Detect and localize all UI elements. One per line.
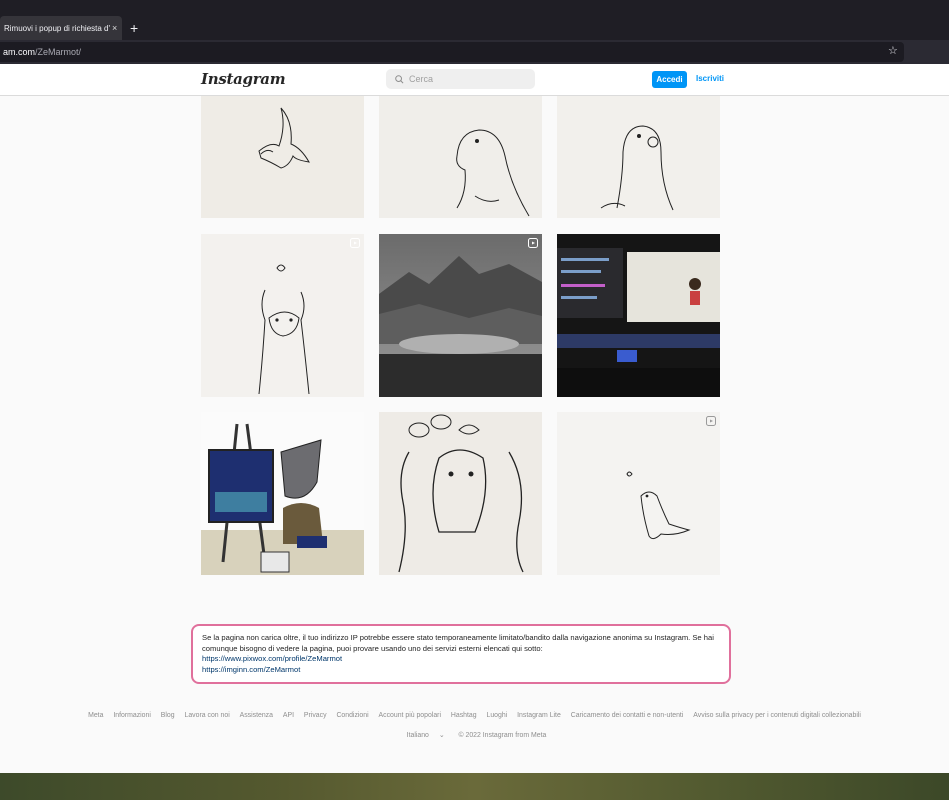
notice-text: Se la pagina non carica oltre, il tuo in… [202, 633, 714, 653]
chevron-down-icon: ⌄ [438, 732, 445, 739]
footer-link[interactable]: Informazioni [113, 712, 151, 719]
footer-link[interactable]: API [283, 712, 294, 719]
browser-tab-bar: Rimuovi i popup di richiesta d'acce × + [0, 0, 949, 40]
signup-link[interactable]: Iscriviti [696, 74, 724, 83]
search-box[interactable] [386, 69, 535, 89]
post-editing-screen[interactable] [557, 234, 720, 397]
footer-link[interactable]: Lavora con noi [185, 712, 230, 719]
footer-link[interactable]: Luoghi [487, 712, 508, 719]
footer-link[interactable]: Instagram Lite [517, 712, 561, 719]
footer-link[interactable]: Blog [161, 712, 175, 719]
post-image [201, 412, 364, 575]
url-bar[interactable]: am.com/ZeMarmot/ [0, 42, 904, 62]
url-path: /ZeMarmot/ [35, 47, 82, 57]
ip-limit-notice: Se la pagina non carica oltre, il tuo in… [191, 624, 731, 684]
post-painter-illustration[interactable] [201, 412, 364, 575]
bookmark-star-icon[interactable]: ☆ [888, 44, 898, 57]
post-image [379, 412, 542, 575]
footer-link[interactable]: Hashtag [451, 712, 477, 719]
footer-link[interactable]: Condizioni [336, 712, 368, 719]
post-image [557, 412, 720, 575]
notice-link-imginn[interactable]: https://imginn.com/ZeMarmot [202, 665, 720, 676]
footer-link[interactable]: Privacy [304, 712, 327, 719]
instagram-header: Instagram Accedi Iscriviti [0, 64, 949, 96]
browser-tab[interactable]: Rimuovi i popup di richiesta d'acce × [0, 16, 122, 40]
reel-icon [706, 416, 716, 426]
browser-toolbar: am.com/ZeMarmot/ [0, 40, 949, 64]
reel-icon [528, 238, 538, 248]
instagram-logo[interactable]: Instagram [201, 70, 286, 88]
search-input[interactable] [409, 74, 519, 84]
desktop-background [0, 773, 949, 800]
tab-title: Rimuovi i popup di richiesta d'acce [4, 23, 110, 33]
post-marmot-butterfly-2[interactable] [557, 412, 720, 575]
post-image [201, 96, 364, 218]
url-host: am.com [3, 47, 36, 57]
footer-link[interactable]: Assistenza [240, 712, 273, 719]
footer-link[interactable]: Avviso sulla privacy per i contenuti dig… [693, 712, 861, 719]
footer-link[interactable]: Meta [88, 712, 103, 719]
new-tab-button[interactable]: + [130, 20, 138, 36]
post-mountain-landscape[interactable] [379, 234, 542, 397]
copyright: © 2022 Instagram from Meta [458, 732, 547, 739]
footer-link[interactable]: Account più popolari [379, 712, 441, 719]
footer-link[interactable]: Caricamento dei contatti e non-utenti [571, 712, 684, 719]
tab-close-icon[interactable]: × [112, 23, 117, 33]
post-marmot-butterfly[interactable] [201, 234, 364, 397]
language-select[interactable]: Italiano ⌄ [403, 732, 449, 739]
login-button[interactable]: Accedi [652, 71, 687, 88]
post-image [557, 96, 720, 218]
post-image [379, 96, 542, 218]
post-image [557, 234, 720, 397]
post-image [379, 234, 542, 397]
reel-icon [350, 238, 360, 248]
search-icon [395, 74, 404, 83]
footer-bottom: Italiano ⌄ © 2022 Instagram from Meta [0, 731, 949, 739]
post-image [201, 234, 364, 397]
footer-links: Meta Informazioni Blog Lavora con noi As… [0, 712, 949, 719]
notice-link-pixwox[interactable]: https://www.pixwox.com/profile/ZeMarmot [202, 654, 720, 665]
post-marmot-sketch-3[interactable] [379, 412, 542, 575]
